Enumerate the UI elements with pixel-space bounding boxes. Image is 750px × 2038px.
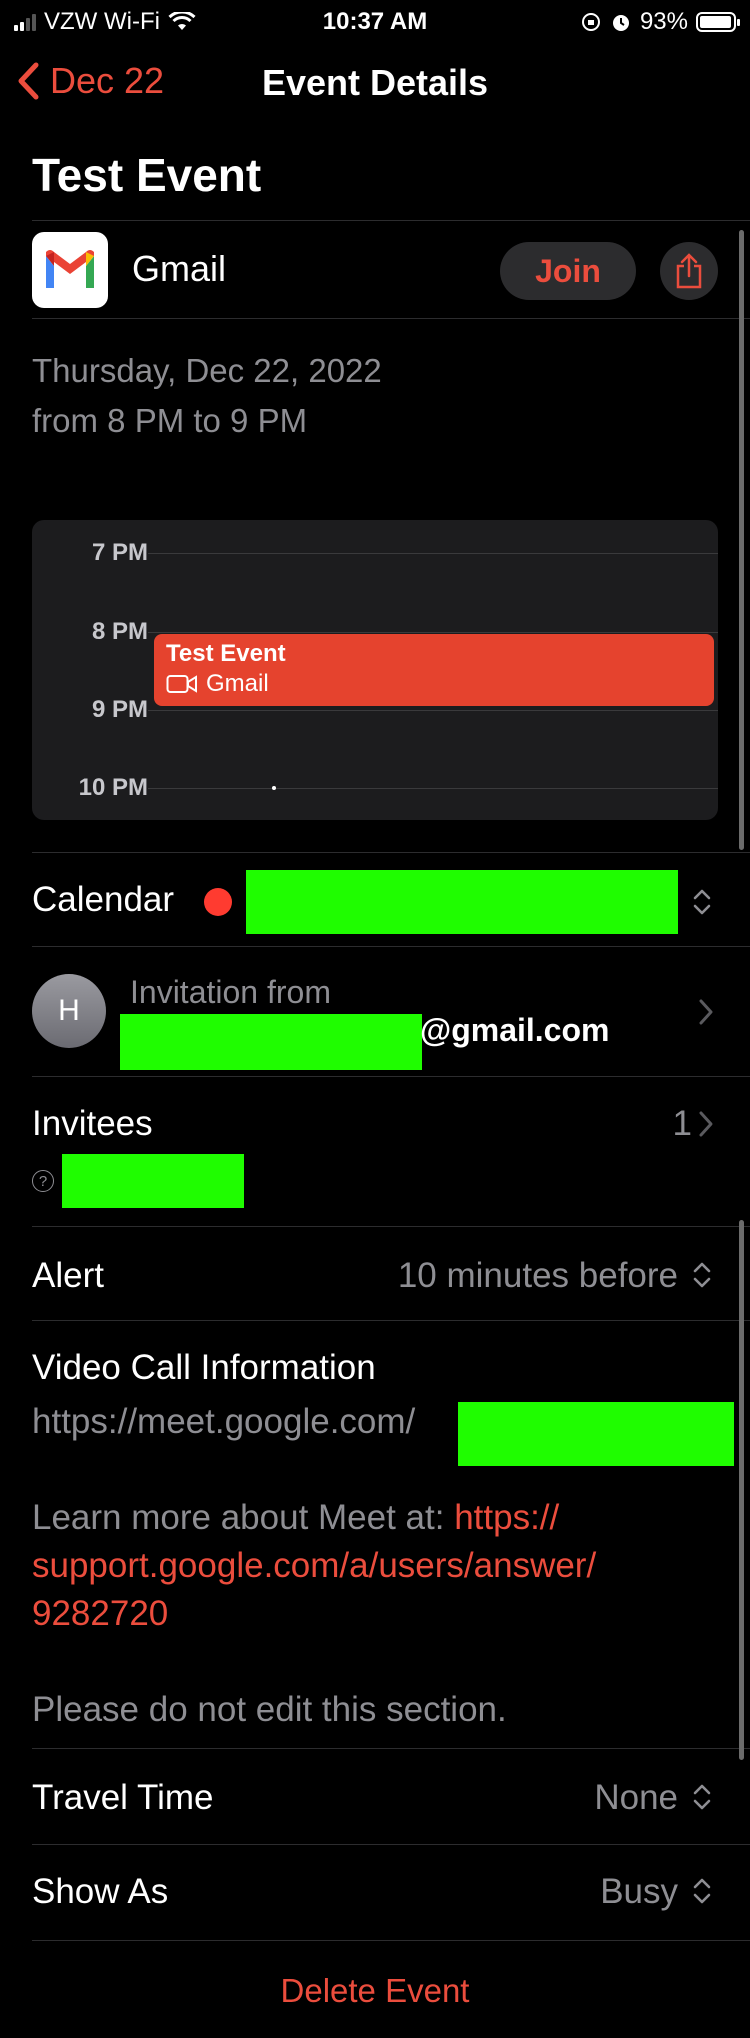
timeline-event-subtitle: Gmail bbox=[166, 670, 702, 698]
learn-more-link[interactable]: 9282720 bbox=[32, 1594, 168, 1633]
timeline-event-app: Gmail bbox=[206, 670, 269, 697]
learn-more-link[interactable]: support.google.com/a/users/answer/ bbox=[32, 1546, 596, 1585]
learn-more-text: Learn more about Meet at: https:// suppor… bbox=[32, 1494, 718, 1638]
chevron-right-icon[interactable] bbox=[698, 998, 714, 1026]
timeline-event-block[interactable]: Test Event Gmail bbox=[154, 634, 714, 706]
video-call-heading: Video Call Information bbox=[32, 1348, 376, 1387]
conference-row: Gmail Join bbox=[32, 230, 718, 310]
timeline-event-title: Test Event bbox=[166, 640, 286, 667]
status-bar: VZW Wi-Fi 10:37 AM 93% bbox=[0, 0, 750, 44]
meet-code-redacted[interactable] bbox=[458, 1402, 734, 1466]
divider bbox=[32, 1940, 750, 1941]
event-details-screen: VZW Wi-Fi 10:37 AM 93% Dec 22 Event Deta… bbox=[0, 0, 750, 2038]
chevron-updown-icon[interactable] bbox=[690, 1782, 714, 1812]
show-as-value[interactable]: Busy bbox=[600, 1872, 678, 1912]
event-date: Thursday, Dec 22, 2022 bbox=[32, 352, 382, 389]
learn-more-link[interactable]: https:// bbox=[454, 1498, 559, 1537]
calendar-name-redacted[interactable] bbox=[246, 870, 678, 934]
invitee-name-redacted[interactable] bbox=[62, 1154, 244, 1208]
battery-percent: 93% bbox=[639, 8, 688, 35]
divider bbox=[32, 1748, 750, 1749]
hour-line bbox=[148, 788, 718, 789]
divider bbox=[32, 852, 750, 853]
question-mark-icon: ? bbox=[32, 1170, 54, 1192]
invitation-from-label: Invitation from bbox=[130, 974, 331, 1010]
delete-event-button[interactable]: Delete Event bbox=[0, 1972, 750, 2010]
hour-label: 9 PM bbox=[91, 696, 148, 723]
share-button[interactable] bbox=[660, 242, 718, 300]
divider bbox=[32, 1076, 750, 1077]
hour-label: 7 PM bbox=[91, 539, 148, 566]
current-time-dot bbox=[272, 786, 276, 790]
day-timeline: 7 PM 8 PM 9 PM 10 PM Test Event Gmail bbox=[32, 520, 718, 820]
event-title: Test Event bbox=[32, 149, 262, 201]
scrollbar[interactable] bbox=[739, 1220, 744, 1760]
divider bbox=[32, 1320, 750, 1321]
hour-line bbox=[148, 553, 718, 554]
organizer-avatar: H bbox=[32, 974, 106, 1048]
invitees-label: Invitees bbox=[32, 1104, 153, 1143]
divider bbox=[32, 318, 750, 319]
calendar-color-dot bbox=[204, 888, 232, 916]
scrollbar[interactable] bbox=[739, 230, 744, 850]
alert-value[interactable]: 10 minutes before bbox=[398, 1256, 678, 1296]
divider bbox=[32, 220, 750, 221]
divider bbox=[32, 1226, 750, 1227]
hour-label: 10 PM bbox=[78, 774, 148, 801]
battery-icon bbox=[696, 12, 740, 32]
alarm-icon bbox=[612, 15, 629, 31]
meet-link[interactable]: https://meet.google.com/ bbox=[32, 1398, 415, 1446]
chevron-updown-icon[interactable] bbox=[690, 1876, 714, 1906]
divider bbox=[32, 946, 750, 947]
conference-app-name: Gmail bbox=[132, 248, 227, 289]
join-button[interactable]: Join bbox=[500, 242, 636, 300]
invitees-count: 1 bbox=[672, 1104, 692, 1143]
chevron-updown-icon[interactable] bbox=[690, 887, 714, 917]
event-time-range: from 8 PM to 9 PM bbox=[32, 402, 308, 439]
hour-label: 8 PM bbox=[91, 618, 148, 645]
video-camera-icon bbox=[166, 675, 197, 693]
calendar-label: Calendar bbox=[32, 880, 175, 919]
status-right: 93% bbox=[580, 8, 740, 36]
travel-time-value[interactable]: None bbox=[594, 1778, 678, 1818]
travel-time-label: Travel Time bbox=[32, 1778, 214, 1817]
share-icon bbox=[676, 253, 702, 289]
chevron-updown-icon[interactable] bbox=[690, 1260, 714, 1290]
organizer-email-redacted bbox=[120, 1014, 422, 1070]
alert-label: Alert bbox=[32, 1256, 104, 1295]
rotation-lock-icon bbox=[581, 13, 600, 31]
do-not-edit-note: Please do not edit this section. bbox=[32, 1690, 507, 1729]
organizer-email-domain: @gmail.com bbox=[420, 1012, 610, 1048]
hour-line bbox=[148, 632, 718, 633]
chevron-right-icon[interactable] bbox=[698, 1110, 714, 1138]
learn-more-prefix: Learn more about Meet at: bbox=[32, 1498, 455, 1537]
navigation-bar: Dec 22 Event Details bbox=[0, 56, 750, 112]
gmail-logo-icon bbox=[32, 232, 108, 308]
hour-line bbox=[148, 710, 718, 711]
show-as-label: Show As bbox=[32, 1872, 169, 1911]
page-title: Event Details bbox=[261, 62, 489, 103]
divider bbox=[32, 1844, 750, 1845]
